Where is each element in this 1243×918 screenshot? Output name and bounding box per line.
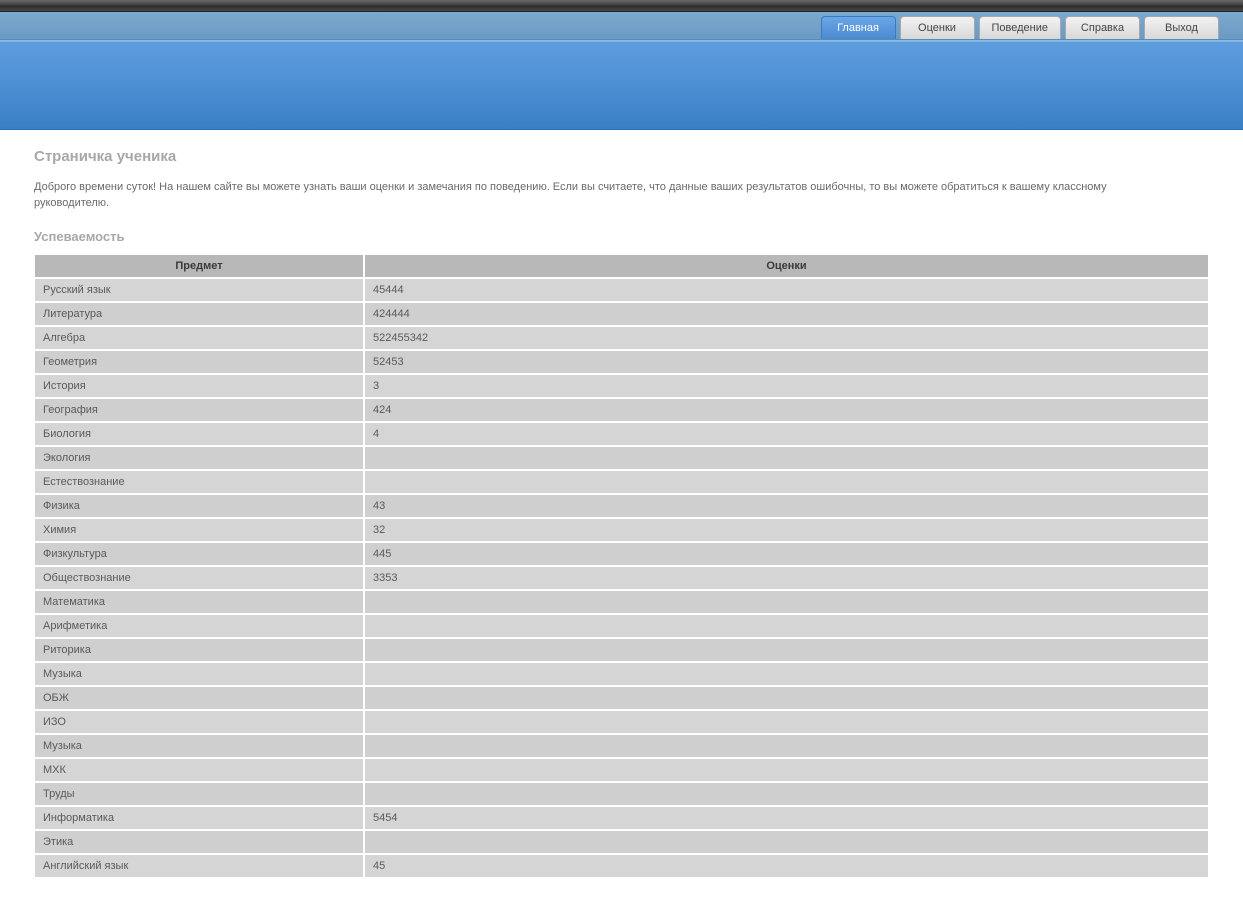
grades-cell (364, 734, 1209, 758)
subject-cell: Литература (34, 302, 364, 326)
subject-cell: История (34, 374, 364, 398)
grades-cell (364, 446, 1209, 470)
subject-cell: Химия (34, 518, 364, 542)
grades-cell: 3353 (364, 566, 1209, 590)
subject-cell: Физика (34, 494, 364, 518)
subject-cell: Арифметика (34, 614, 364, 638)
table-row: Литература424444 (34, 302, 1209, 326)
grades-cell: 424444 (364, 302, 1209, 326)
page-title: Страничка ученика (34, 148, 1209, 165)
subject-cell: Естествознание (34, 470, 364, 494)
subject-cell: Информатика (34, 806, 364, 830)
table-row: Риторика (34, 638, 1209, 662)
table-row: Труды (34, 782, 1209, 806)
window-top-bar (0, 0, 1243, 12)
subject-cell: ОБЖ (34, 686, 364, 710)
subject-cell: Труды (34, 782, 364, 806)
grades-cell (364, 662, 1209, 686)
table-row: Арифметика (34, 614, 1209, 638)
table-row: Естествознание (34, 470, 1209, 494)
table-row: Информатика5454 (34, 806, 1209, 830)
table-row: Алгебра522455342 (34, 326, 1209, 350)
content-area: Страничка ученика Доброго времени суток!… (0, 130, 1243, 918)
grades-cell (364, 782, 1209, 806)
table-row: Экология (34, 446, 1209, 470)
table-row: ИЗО (34, 710, 1209, 734)
table-row: ОБЖ (34, 686, 1209, 710)
subject-cell: Музыка (34, 662, 364, 686)
subject-cell: Этика (34, 830, 364, 854)
subject-cell: Обществознание (34, 566, 364, 590)
grades-cell: 4 (364, 422, 1209, 446)
section-title: Успеваемость (34, 229, 1209, 244)
intro-text: Доброго времени суток! На нашем сайте вы… (34, 179, 1174, 211)
grades-cell: 45444 (364, 278, 1209, 302)
subject-cell: МХК (34, 758, 364, 782)
grades-cell: 52453 (364, 350, 1209, 374)
nav-tab-4[interactable]: Выход (1144, 16, 1219, 39)
subject-cell: Музыка (34, 734, 364, 758)
table-row: МХК (34, 758, 1209, 782)
grades-cell: 5454 (364, 806, 1209, 830)
table-row: Русский язык45444 (34, 278, 1209, 302)
subject-cell: Экология (34, 446, 364, 470)
table-row: Физкультура445 (34, 542, 1209, 566)
nav-tabs: ГлавнаяОценкиПоведениеСправкаВыход (0, 12, 1243, 39)
subject-cell: Алгебра (34, 326, 364, 350)
subject-cell: Физкультура (34, 542, 364, 566)
grades-cell: 32 (364, 518, 1209, 542)
subject-cell: Математика (34, 590, 364, 614)
col-header-subject: Предмет (34, 254, 364, 278)
grades-cell (364, 638, 1209, 662)
table-row: Этика (34, 830, 1209, 854)
subject-cell: Русский язык (34, 278, 364, 302)
table-row: Обществознание3353 (34, 566, 1209, 590)
table-row: Английский язык45 (34, 854, 1209, 878)
subject-cell: География (34, 398, 364, 422)
table-row: Физика43 (34, 494, 1209, 518)
nav-tab-3[interactable]: Справка (1065, 16, 1140, 39)
nav-tab-1[interactable]: Оценки (900, 16, 975, 39)
nav-tab-0[interactable]: Главная (821, 16, 896, 39)
table-row: Музыка (34, 662, 1209, 686)
grades-cell (364, 590, 1209, 614)
grades-cell (364, 686, 1209, 710)
grades-cell: 424 (364, 398, 1209, 422)
subject-cell: Биология (34, 422, 364, 446)
table-row: География424 (34, 398, 1209, 422)
grades-cell (364, 470, 1209, 494)
grades-cell (364, 614, 1209, 638)
col-header-grades: Оценки (364, 254, 1209, 278)
grades-cell: 445 (364, 542, 1209, 566)
banner (0, 40, 1243, 130)
nav-tab-2[interactable]: Поведение (979, 16, 1062, 39)
grades-cell (364, 710, 1209, 734)
table-row: Математика (34, 590, 1209, 614)
subject-cell: ИЗО (34, 710, 364, 734)
subject-cell: Английский язык (34, 854, 364, 878)
grades-cell (364, 830, 1209, 854)
table-row: Биология4 (34, 422, 1209, 446)
subject-cell: Геометрия (34, 350, 364, 374)
table-row: Химия32 (34, 518, 1209, 542)
grades-cell: 522455342 (364, 326, 1209, 350)
table-row: История3 (34, 374, 1209, 398)
subject-cell: Риторика (34, 638, 364, 662)
grades-table: Предмет Оценки Русский язык45444Литерату… (34, 254, 1209, 878)
table-row: Музыка (34, 734, 1209, 758)
grades-cell: 45 (364, 854, 1209, 878)
table-row: Геометрия52453 (34, 350, 1209, 374)
header: ГлавнаяОценкиПоведениеСправкаВыход (0, 12, 1243, 40)
grades-cell (364, 758, 1209, 782)
grades-cell: 43 (364, 494, 1209, 518)
grades-cell: 3 (364, 374, 1209, 398)
